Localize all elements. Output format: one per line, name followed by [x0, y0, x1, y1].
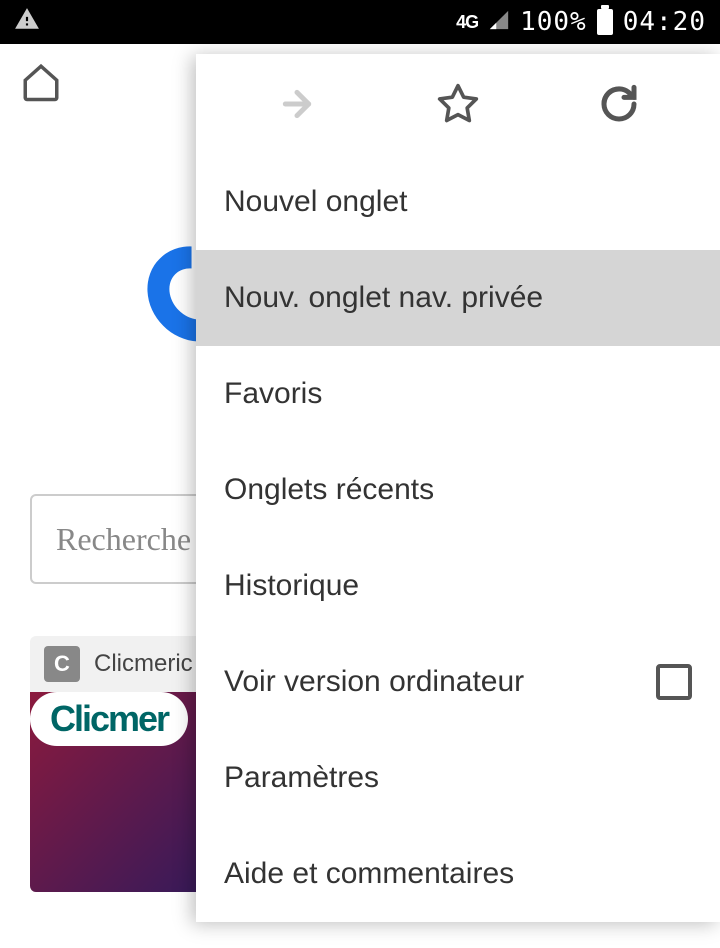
signal-icon: [488, 7, 510, 38]
menu-item-settings[interactable]: Paramètres: [196, 730, 720, 826]
forward-icon: [273, 80, 321, 128]
search-placeholder: Recherche: [56, 521, 191, 558]
menu-item-help[interactable]: Aide et commentaires: [196, 826, 720, 922]
menu-item-new-tab[interactable]: Nouvel onglet: [196, 154, 720, 250]
battery-icon: [597, 9, 613, 35]
clock: 04:20: [623, 7, 706, 37]
card-logo: Clicmer: [30, 692, 188, 746]
card-title: Clicmeric –: [94, 650, 213, 678]
menu-item-new-incognito-tab[interactable]: Nouv. onglet nav. privée: [196, 250, 720, 346]
menu-item-recent-tabs[interactable]: Onglets récents: [196, 442, 720, 538]
overflow-menu: Nouvel onglet Nouv. onglet nav. privée F…: [196, 54, 720, 922]
status-left: [14, 6, 40, 39]
menu-item-label: Paramètres: [224, 761, 379, 795]
battery-percentage: 100%: [520, 7, 587, 37]
menu-item-desktop-site[interactable]: Voir version ordinateur: [196, 634, 720, 730]
menu-icon-row: [196, 54, 720, 154]
menu-item-label: Onglets récents: [224, 473, 434, 507]
menu-item-label: Nouvel onglet: [224, 185, 407, 219]
reload-icon[interactable]: [595, 80, 643, 128]
status-right: 4G 100% 04:20: [456, 7, 706, 38]
warning-icon: [14, 6, 40, 39]
menu-item-bookmarks[interactable]: Favoris: [196, 346, 720, 442]
bookmark-star-icon[interactable]: [434, 80, 482, 128]
menu-item-label: Voir version ordinateur: [224, 665, 524, 699]
network-type: 4G: [456, 12, 478, 33]
menu-item-label: Historique: [224, 569, 359, 603]
menu-item-label: Aide et commentaires: [224, 857, 514, 891]
home-icon[interactable]: [20, 61, 62, 108]
menu-item-label: Nouv. onglet nav. privée: [224, 281, 543, 315]
status-bar: 4G 100% 04:20: [0, 0, 720, 44]
menu-item-label: Favoris: [224, 377, 322, 411]
desktop-site-checkbox[interactable]: [656, 664, 692, 700]
card-favicon: C: [44, 646, 80, 682]
menu-item-history[interactable]: Historique: [196, 538, 720, 634]
